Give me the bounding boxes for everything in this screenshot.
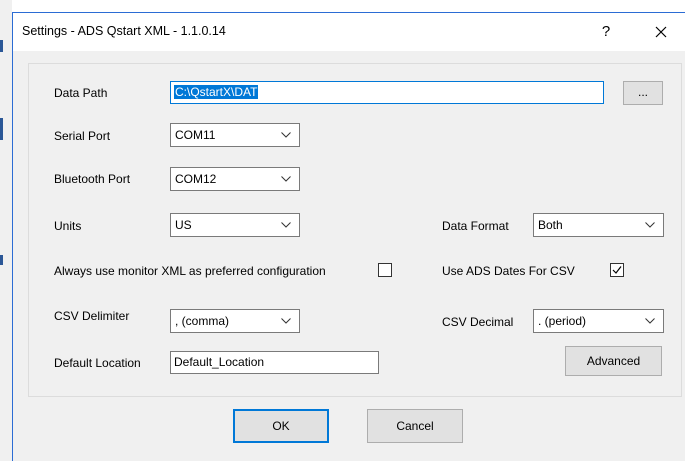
- csv-decimal-label: CSV Decimal: [442, 315, 514, 329]
- data-path-input[interactable]: C:\QstartX\DAT: [170, 81, 604, 104]
- background-edge-mark: [0, 118, 3, 140]
- ads-dates-checkbox[interactable]: [610, 263, 624, 277]
- chevron-down-icon: [281, 132, 291, 138]
- window-title: Settings - ADS Qstart XML - 1.1.0.14: [22, 24, 226, 38]
- settings-group: Data Path C:\QstartX\DAT ... Serial Port…: [28, 63, 682, 397]
- bluetooth-port-value: COM12: [175, 172, 217, 186]
- chevron-down-icon: [281, 176, 291, 182]
- data-path-value: C:\QstartX\DAT: [174, 85, 259, 99]
- help-button[interactable]: ?: [588, 13, 624, 51]
- background-window-edge: [0, 0, 12, 461]
- csv-decimal-value: . (period): [538, 314, 587, 328]
- settings-dialog: Settings - ADS Qstart XML - 1.1.0.14 ? D…: [12, 12, 685, 461]
- bluetooth-port-select[interactable]: COM12: [170, 167, 300, 191]
- data-format-select[interactable]: Both: [533, 213, 664, 237]
- monitor-xml-checkbox[interactable]: [378, 263, 392, 277]
- checkmark-icon: [612, 266, 622, 274]
- background-edge-mark: [0, 40, 3, 52]
- csv-delimiter-label: CSV Delimiter: [54, 309, 130, 323]
- default-location-input[interactable]: Default_Location: [170, 351, 379, 374]
- default-location-value: Default_Location: [174, 355, 265, 369]
- units-label: Units: [54, 219, 82, 233]
- close-icon: [655, 26, 667, 38]
- chevron-down-icon: [645, 222, 655, 228]
- close-button[interactable]: [643, 13, 679, 51]
- monitor-xml-label: Always use monitor XML as preferred conf…: [54, 264, 326, 278]
- ok-button[interactable]: OK: [233, 409, 329, 443]
- browse-button[interactable]: ...: [623, 81, 663, 105]
- serial-port-select[interactable]: COM11: [170, 123, 300, 147]
- csv-decimal-select[interactable]: . (period): [533, 309, 664, 333]
- title-bar: Settings - ADS Qstart XML - 1.1.0.14 ?: [13, 13, 685, 51]
- advanced-button[interactable]: Advanced: [565, 346, 662, 376]
- csv-delimiter-select[interactable]: , (comma): [170, 309, 300, 333]
- chevron-down-icon: [645, 318, 655, 324]
- chevron-down-icon: [281, 318, 291, 324]
- data-format-value: Both: [538, 218, 563, 232]
- serial-port-label: Serial Port: [54, 129, 111, 143]
- chevron-down-icon: [281, 222, 291, 228]
- csv-delimiter-value: , (comma): [175, 314, 229, 328]
- background-edge-mark: [0, 255, 3, 265]
- data-path-label: Data Path: [54, 86, 108, 100]
- default-location-label: Default Location: [54, 356, 141, 370]
- units-value: US: [175, 218, 192, 232]
- units-select[interactable]: US: [170, 213, 300, 237]
- data-format-label: Data Format: [442, 219, 509, 233]
- cancel-button[interactable]: Cancel: [367, 409, 463, 443]
- bluetooth-port-label: Bluetooth Port: [54, 172, 131, 186]
- ads-dates-label: Use ADS Dates For CSV: [442, 264, 575, 278]
- serial-port-value: COM11: [175, 128, 216, 142]
